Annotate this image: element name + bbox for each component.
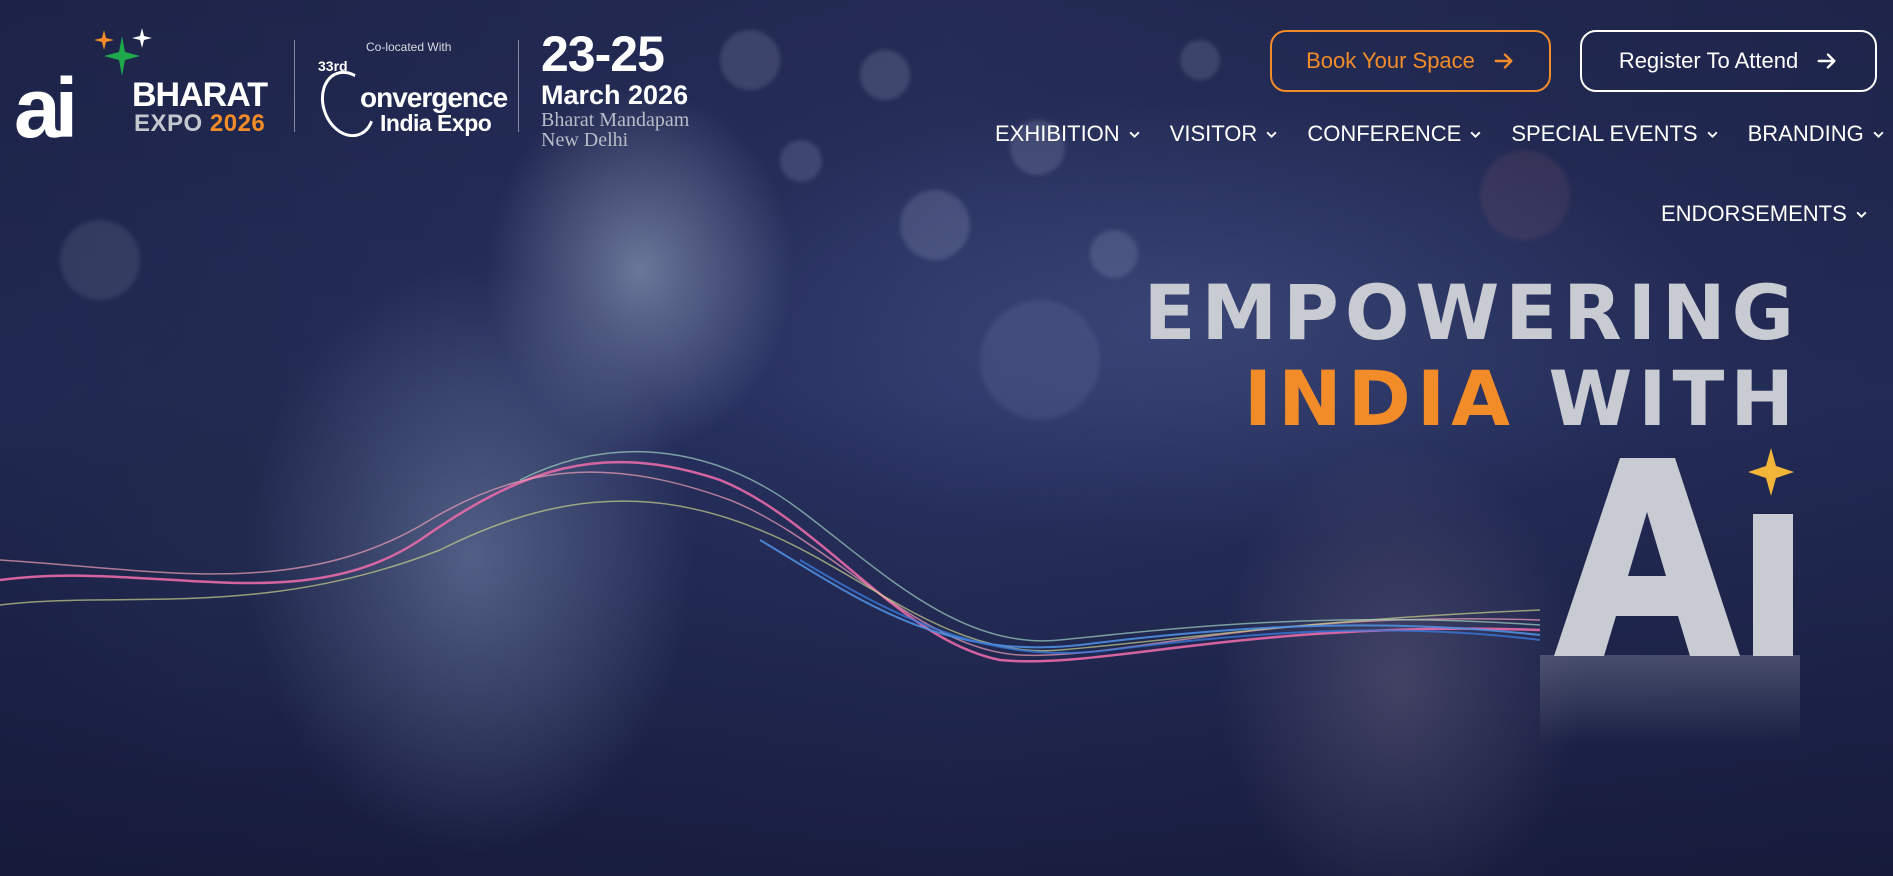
ai-mark-logo: Ai: [1554, 448, 1794, 656]
nav-item-label: BRANDING: [1747, 121, 1864, 146]
headline-line-2: INDIA WITH: [1144, 356, 1800, 442]
nav-item-label: ENDORSEMENTS: [1661, 201, 1847, 226]
event-dates: 23-25: [541, 26, 665, 82]
logo-ai-text: ai: [14, 61, 78, 155]
colocated-label: Co-located With: [366, 40, 452, 54]
chevron-down-icon: [1470, 131, 1481, 138]
nav-item-exhibition[interactable]: EXHIBITION: [995, 121, 1141, 147]
site-header: ai BHARAT EXPO 2026 Co-located With 33rd…: [0, 0, 1893, 226]
nav-item-special-events[interactable]: SPECIAL EVENTS: [1511, 121, 1718, 147]
venue-line-2: New Delhi: [541, 129, 629, 151]
book-your-space-label: Book Your Space: [1306, 48, 1475, 73]
chevron-down-icon: [1856, 211, 1867, 218]
logo-expo-text: EXPO 2026: [134, 110, 265, 138]
nav-item-label: SPECIAL EVENTS: [1511, 121, 1698, 146]
register-to-attend-button[interactable]: Register To Attend: [1580, 30, 1877, 92]
arrow-right-icon: [1494, 53, 1513, 69]
event-month: March 2026: [541, 80, 689, 110]
headline-line-2-rest: WITH: [1515, 354, 1800, 443]
header-divider: [518, 40, 519, 132]
arrow-right-icon: [1817, 53, 1836, 69]
register-to-attend-label: Register To Attend: [1618, 48, 1799, 73]
nav-item-label: VISITOR: [1169, 121, 1258, 146]
hero-headline: EMPOWERING INDIA WITH: [1144, 270, 1800, 442]
nav-item-branding[interactable]: BRANDING: [1748, 121, 1885, 147]
convergence-india-expo-logo[interactable]: Co-located With 33rd onvergence India Ex…: [311, 36, 508, 145]
main-navigation-row-2: ENDORSEMENTS: [1661, 198, 1868, 230]
nav-item-label: EXHIBITION: [995, 121, 1120, 146]
chevron-down-icon: [1129, 131, 1140, 138]
nav-item-visitor[interactable]: VISITOR: [1170, 121, 1279, 147]
ai-mark-reflection: [1540, 655, 1800, 745]
chevron-down-icon: [1873, 131, 1884, 138]
venue-line-1: Bharat Mandapam: [541, 109, 690, 131]
nav-item-conference[interactable]: CONFERENCE: [1307, 121, 1482, 147]
headline-line-1: EMPOWERING: [1143, 268, 1800, 357]
convergence-subtitle: India Expo: [380, 110, 492, 136]
header-divider: [294, 40, 295, 132]
ai-bharat-expo-logo[interactable]: ai BHARAT EXPO 2026: [14, 28, 284, 150]
nav-item-label: CONFERENCE: [1307, 121, 1462, 146]
book-your-space-button[interactable]: Book Your Space: [1270, 30, 1551, 92]
logo-expo-word: EXPO: [134, 110, 203, 137]
chevron-down-icon: [1266, 131, 1277, 138]
chevron-down-icon: [1707, 131, 1718, 138]
nav-item-endorsements[interactable]: ENDORSEMENTS: [1661, 201, 1868, 227]
event-date-venue: 23-25 March 2026 Bharat Mandapam New Del…: [541, 28, 689, 150]
headline-highlight: INDIA: [1243, 354, 1516, 443]
logo-expo-year: 2026: [209, 110, 266, 137]
main-navigation: EXHIBITION VISITOR CONFERENCE SPECIAL EV…: [995, 118, 1885, 150]
